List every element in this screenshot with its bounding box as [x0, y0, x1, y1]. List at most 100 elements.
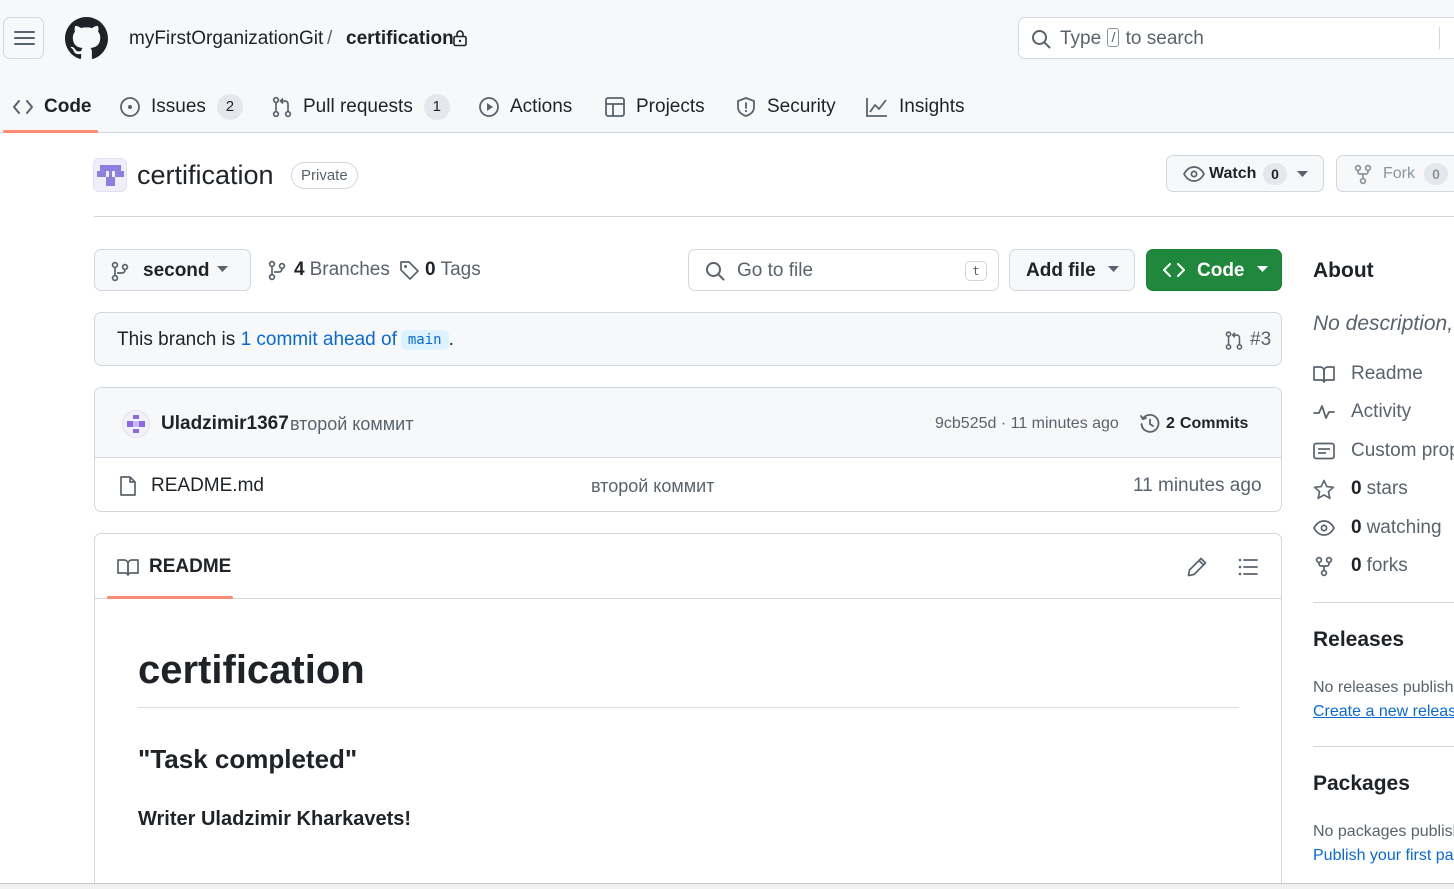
pencil-icon[interactable]: [1186, 556, 1208, 578]
shield-icon: [737, 96, 755, 117]
list-icon[interactable]: [1237, 556, 1259, 578]
pull-request-link[interactable]: #3: [1224, 329, 1271, 351]
sidebar-item-watching[interactable]: 0 watching: [1313, 516, 1442, 540]
sidebar-item-forks[interactable]: 0 forks: [1313, 554, 1408, 578]
code-icon: [13, 99, 33, 114]
github-logo-icon[interactable]: [65, 17, 108, 60]
file-browser: Uladzimir1367 второй коммит 9cb525d · 11…: [94, 387, 1282, 512]
search-placeholder: Type / to search: [1060, 28, 1204, 49]
table-row[interactable]: README.md второй коммит 11 minutes ago: [95, 458, 1281, 511]
breadcrumb-repo[interactable]: certification: [346, 28, 454, 50]
note-icon: [1313, 442, 1335, 460]
branch-icon: [111, 261, 129, 282]
avatar[interactable]: [122, 410, 150, 438]
tags-label: Tags: [440, 259, 481, 280]
tab-issues[interactable]: Issues 2: [119, 80, 243, 133]
pulse-icon: [1313, 405, 1335, 419]
commit-message[interactable]: второй коммит: [290, 414, 413, 435]
tab-security[interactable]: Security: [735, 80, 836, 133]
watch-label: Watch: [1209, 165, 1257, 182]
fork-button[interactable]: Fork 0: [1336, 155, 1454, 192]
about-heading: About: [1313, 259, 1374, 282]
identicon-icon: [127, 415, 145, 433]
fork-label: Fork: [1383, 165, 1415, 182]
search-icon: [706, 262, 725, 281]
tags-count: 0: [425, 259, 436, 280]
stars-count: 0: [1351, 478, 1362, 499]
commit-author[interactable]: Uladzimir1367: [161, 413, 289, 435]
go-to-file-shortcut: t: [965, 261, 987, 281]
readme-paragraph: Writer Uladzimir Kharkavets!: [138, 808, 412, 830]
tab-insights[interactable]: Insights: [865, 80, 964, 133]
packages-heading[interactable]: Packages: [1313, 772, 1410, 796]
sidebar-item-stars[interactable]: 0 stars: [1313, 477, 1408, 501]
play-icon: [479, 96, 499, 117]
branch-icon: [268, 260, 286, 280]
identicon-icon: [97, 165, 124, 186]
file-commit-message[interactable]: второй коммит: [591, 476, 714, 497]
branches-link[interactable]: 4 Branches: [268, 259, 390, 281]
pull-request-number: #3: [1250, 329, 1272, 350]
watch-count: 0: [1263, 163, 1287, 185]
star-icon: [1313, 479, 1335, 499]
readme-tab[interactable]: README: [117, 556, 231, 578]
ahead-commits-link[interactable]: 1 commit ahead of: [241, 329, 397, 350]
sidebar-item-custom-properties[interactable]: Custom prop: [1313, 439, 1454, 463]
file-icon: [120, 476, 136, 496]
branch-selector[interactable]: second: [94, 249, 251, 291]
repo-title[interactable]: certification: [137, 160, 274, 191]
file-name[interactable]: README.md: [151, 475, 264, 497]
search-shortcut-key: /: [1107, 28, 1120, 47]
code-icon: [1163, 263, 1185, 277]
graph-icon: [866, 97, 887, 117]
tab-label: Pull requests: [303, 95, 413, 117]
pull-requests-count: 1: [423, 93, 450, 120]
sidebar-item-label: stars: [1366, 478, 1408, 499]
visibility-badge: Private: [291, 162, 358, 189]
pull-request-icon: [272, 96, 292, 117]
ahead-message: This branch is 1 commit ahead of main.: [117, 329, 454, 350]
caret-down-icon: [1297, 171, 1308, 177]
releases-note: No releases publishe: [1313, 679, 1454, 696]
code-button[interactable]: Code: [1146, 249, 1282, 291]
commits-history-link[interactable]: 2 Commits: [1139, 413, 1248, 435]
readme-subheading: "Task completed": [138, 744, 358, 774]
sidebar-item-activity[interactable]: Activity: [1313, 400, 1411, 424]
heading-divider: [138, 707, 1239, 708]
search-icon: [1032, 30, 1051, 49]
tab-pull-requests[interactable]: Pull requests 1: [271, 80, 450, 133]
sidebar-item-readme[interactable]: Readme: [1313, 362, 1423, 386]
tab-actions[interactable]: Actions: [478, 80, 572, 133]
breadcrumb-separator: /: [327, 28, 333, 49]
menu-button[interactable]: [3, 17, 44, 59]
publish-package-link[interactable]: Publish your first pa: [1313, 847, 1454, 865]
readme-header: README: [95, 534, 1281, 599]
go-to-file-input[interactable]: Go to file t: [688, 249, 999, 291]
branches-label: Branches: [309, 259, 390, 280]
readme-tab-indicator: [107, 596, 233, 599]
fork-icon: [1354, 164, 1372, 185]
add-file-button[interactable]: Add file: [1009, 249, 1135, 291]
tab-code[interactable]: Code: [12, 80, 92, 133]
sidebar-divider: [1313, 746, 1454, 747]
caret-down-icon: [1257, 266, 1268, 272]
code-button-label: Code: [1197, 260, 1245, 281]
tags-link[interactable]: 0 Tags: [399, 259, 481, 281]
branch-name: second: [143, 260, 210, 281]
releases-heading[interactable]: Releases: [1313, 628, 1404, 652]
breadcrumb-owner[interactable]: myFirstOrganizationGit: [129, 28, 323, 50]
tab-label: Security: [767, 95, 836, 117]
create-release-link[interactable]: Create a new release: [1313, 703, 1454, 721]
book-icon: [117, 559, 139, 576]
repo-avatar: [93, 158, 127, 192]
tab-label: Insights: [899, 95, 965, 117]
search-input[interactable]: Type / to search: [1018, 17, 1454, 59]
commit-meta[interactable]: 9cb525d · 11 minutes ago: [935, 415, 1119, 433]
about-description: No description,: [1313, 312, 1454, 335]
forks-count: 0: [1351, 555, 1362, 576]
table-icon: [605, 96, 625, 117]
watch-button[interactable]: Watch 0: [1166, 155, 1324, 192]
base-branch-label[interactable]: main: [400, 330, 449, 350]
pull-request-icon: [1225, 330, 1243, 350]
tab-projects[interactable]: Projects: [604, 80, 705, 133]
